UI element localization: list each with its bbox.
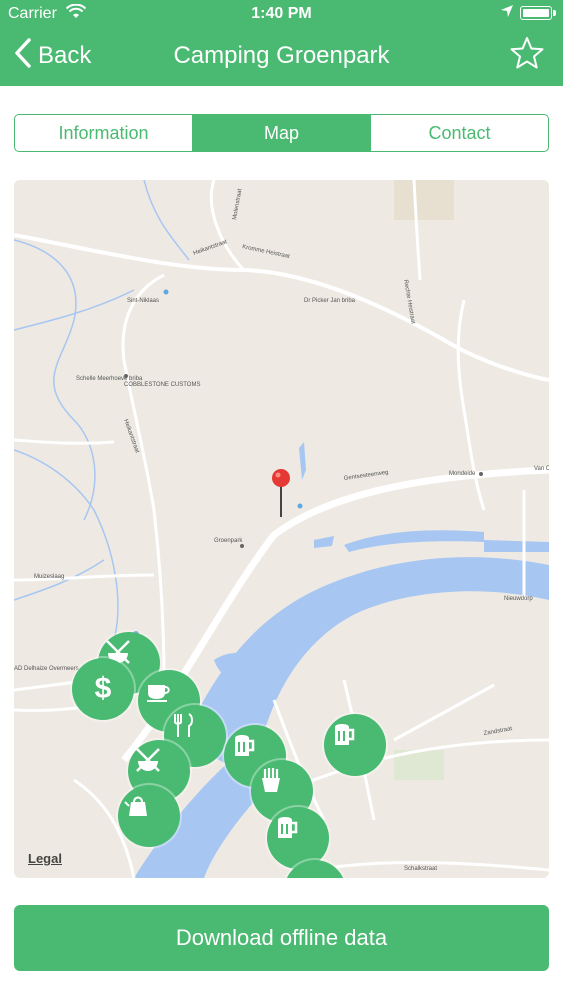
map-street-label: Muizeslaag [34,574,64,580]
tab-map[interactable]: Map [192,115,370,151]
map-street-label: Mondeide [449,471,476,477]
map-street-label: Nieuwdorp [504,596,533,602]
map-street-label: Gentsesteenweg [343,470,388,482]
favorite-star-icon[interactable] [510,36,544,70]
download-offline-button[interactable]: Download offline data [14,905,549,971]
map-street-label: Groenpark [214,538,243,544]
clock: 1:40 PM [251,5,312,22]
map-street-label: Van Cl [534,466,549,472]
map-street-label: Heikantstraat [193,239,229,257]
tab-information[interactable]: Information [15,115,192,151]
battery-icon [520,6,552,20]
map-street-label: COBBLESTONE CUSTOMS [124,382,200,388]
page-title: Camping Groenpark [173,42,390,69]
app-header: Carrier 1:40 PM Back Camping Groenpark [0,0,563,86]
poi-dollar-icon[interactable]: $ [72,658,134,720]
map-view[interactable]: Heikantstraat Molenstraat Kromme Heistraat… [14,180,549,878]
battery-tip [553,10,556,16]
tab-bar: Information Map Contact [14,114,549,152]
status-bar: Carrier 1:40 PM [0,0,563,28]
map-street-label: Dr Picker Jan briba [304,298,356,304]
map-legal-link[interactable]: Legal [28,851,62,866]
poi-kettle-icon[interactable] [118,785,180,847]
map-street-label: AD Delhaize Overmeers [14,666,79,672]
map-street-label: Zandstraat [483,726,513,737]
tab-contact[interactable]: Contact [370,115,548,151]
location-arrow-icon [500,4,514,23]
map-street-label: Molenstraat [232,188,243,220]
poi-beer-icon-3[interactable] [324,714,386,776]
map-street-label: Sint-Niklaas [127,298,159,304]
dollar-icon: $ [94,672,112,705]
map-street-label: Schalkstraat [404,866,437,872]
map-street-label: Kromme Heistraat [242,244,291,260]
